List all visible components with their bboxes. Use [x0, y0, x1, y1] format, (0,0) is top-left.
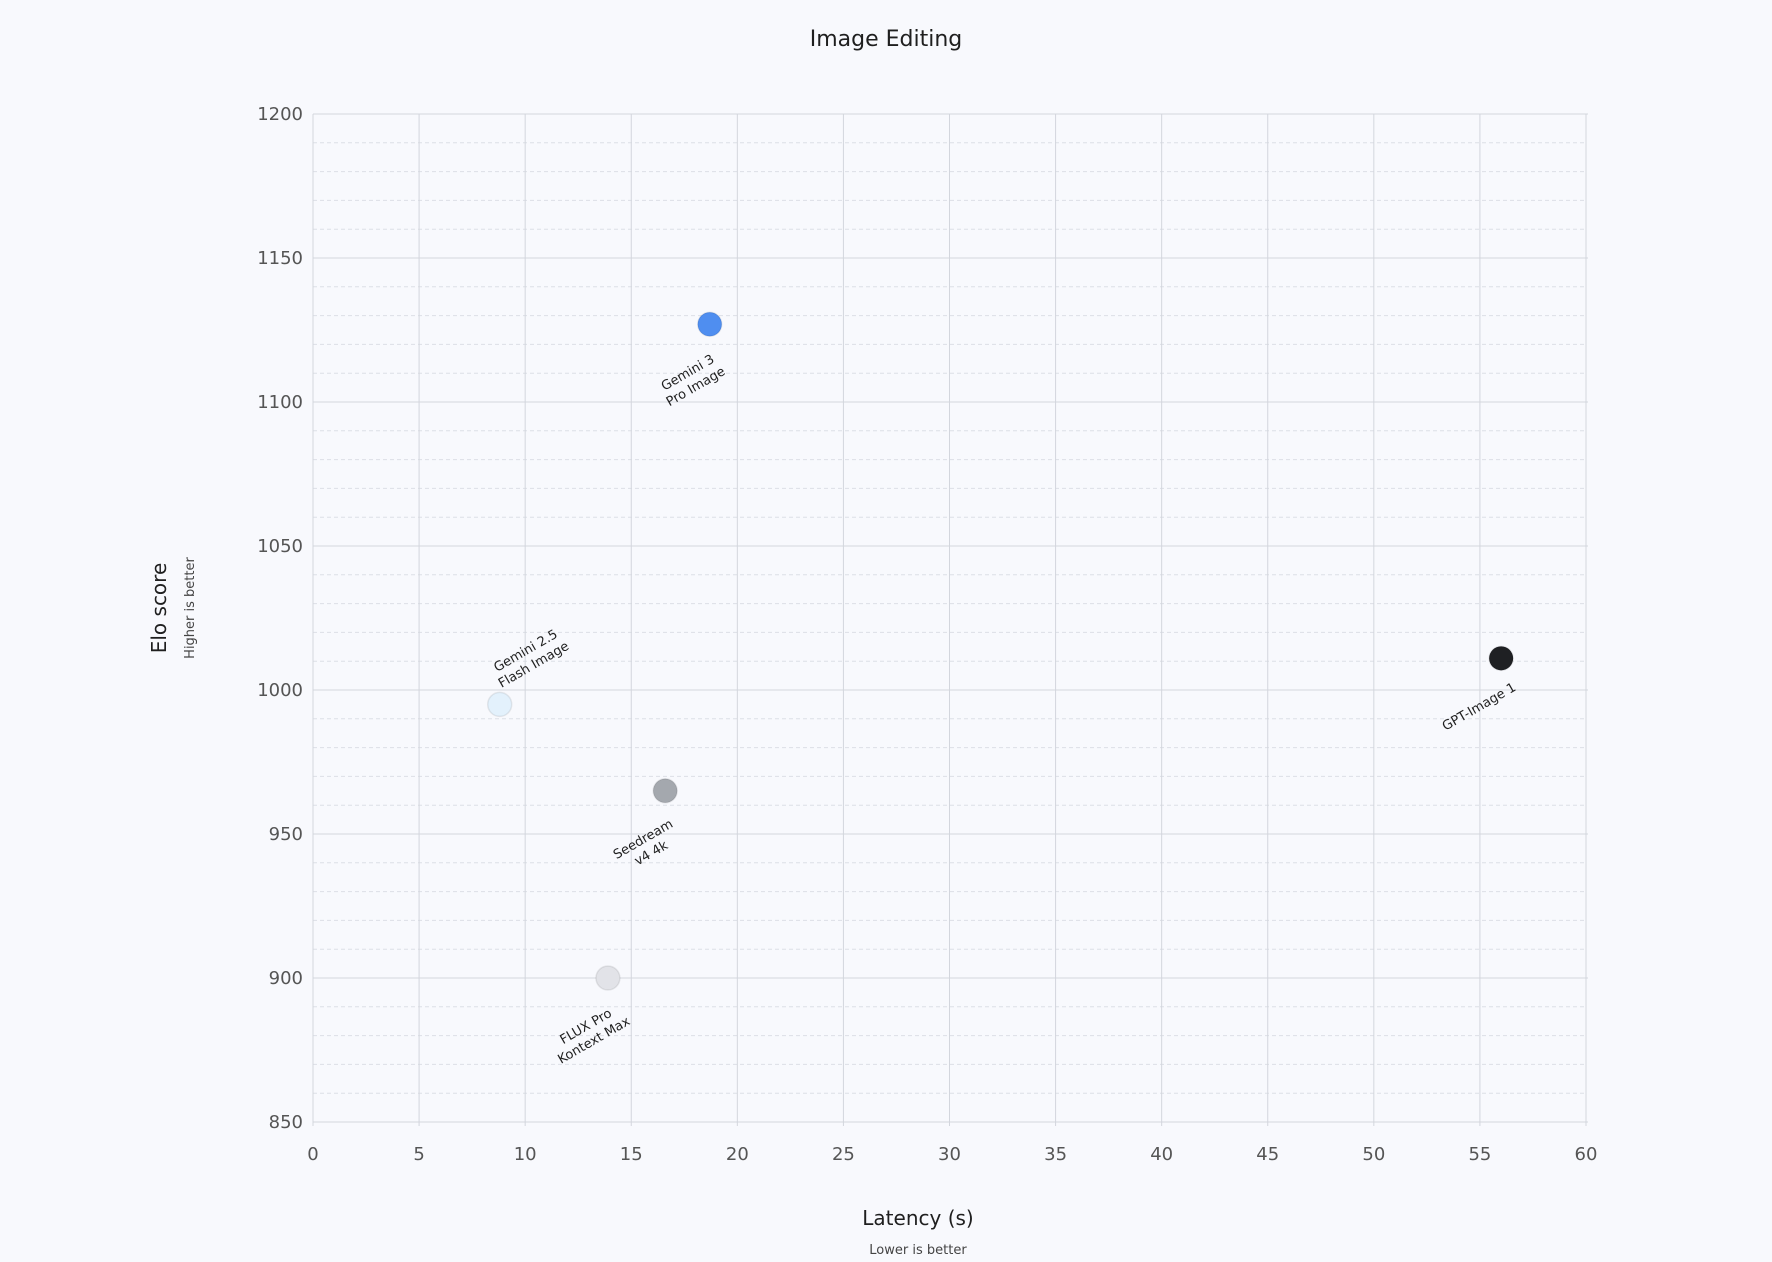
point-marker — [652, 778, 678, 804]
y-tick-label: 1050 — [257, 536, 303, 557]
point-marker — [595, 965, 621, 991]
point-label: GPT-Image 1 — [1440, 680, 1519, 734]
x-axis-subtitle: Lower is better — [869, 1243, 967, 1258]
data-point: Gemini 2.5Flash Image — [486, 625, 572, 718]
y-tick-label: 1000 — [257, 680, 303, 701]
point-label: Gemini 2.5Flash Image — [488, 625, 572, 691]
y-tick-label: 950 — [269, 824, 303, 845]
grid — [312, 113, 1588, 1126]
point-marker — [1488, 645, 1514, 672]
point-marker — [697, 311, 723, 337]
x-tick-label: 45 — [1256, 1144, 1279, 1165]
x-tick-label: 40 — [1150, 1144, 1173, 1165]
data-point: Gemini 3Pro Image — [656, 311, 728, 410]
data-point: FLUX ProKontext Max — [547, 965, 633, 1068]
x-tick-label: 0 — [307, 1144, 318, 1165]
x-tick-label: 50 — [1362, 1144, 1385, 1165]
y-tick-label: 850 — [269, 1112, 303, 1133]
point-label-line: GPT-Image 1 — [1440, 680, 1519, 734]
y-axis-title: Elo score — [147, 563, 171, 654]
x-tick-label: 25 — [832, 1144, 855, 1165]
y-axis-ticks: 850 900 950 1000 1050 1100 1150 1200 — [257, 104, 303, 1133]
y-tick-label: 900 — [269, 968, 303, 989]
y-tick-label: 1100 — [257, 392, 303, 413]
point-label: Gemini 3Pro Image — [656, 350, 728, 410]
point-label: Seedreamv4 4k — [611, 817, 684, 877]
x-tick-label: 10 — [514, 1144, 537, 1165]
x-tick-label: 35 — [1044, 1144, 1067, 1165]
x-tick-label: 60 — [1575, 1144, 1598, 1165]
x-tick-label: 5 — [413, 1144, 424, 1165]
x-axis-title: Latency (s) — [862, 1206, 973, 1230]
data-point: Seedreamv4 4k — [611, 778, 684, 877]
chart-title: Image Editing — [810, 27, 963, 52]
x-tick-label: 55 — [1468, 1144, 1491, 1165]
x-tick-label: 15 — [620, 1144, 643, 1165]
y-axis-subtitle: Higher is better — [183, 557, 198, 659]
x-tick-label: 30 — [938, 1144, 961, 1165]
point-label: FLUX ProKontext Max — [547, 1000, 633, 1067]
y-tick-label: 1200 — [257, 104, 303, 125]
y-tick-label: 1150 — [257, 248, 303, 269]
point-marker — [486, 691, 513, 718]
x-axis-ticks: 0 5 10 15 20 25 30 35 40 45 50 55 60 — [307, 1144, 1597, 1165]
scatter-chart: Image Editing 0 5 10 15 20 25 30 35 40 45 50 55 60 8… — [147, 27, 1597, 1258]
x-tick-label: 20 — [726, 1144, 749, 1165]
